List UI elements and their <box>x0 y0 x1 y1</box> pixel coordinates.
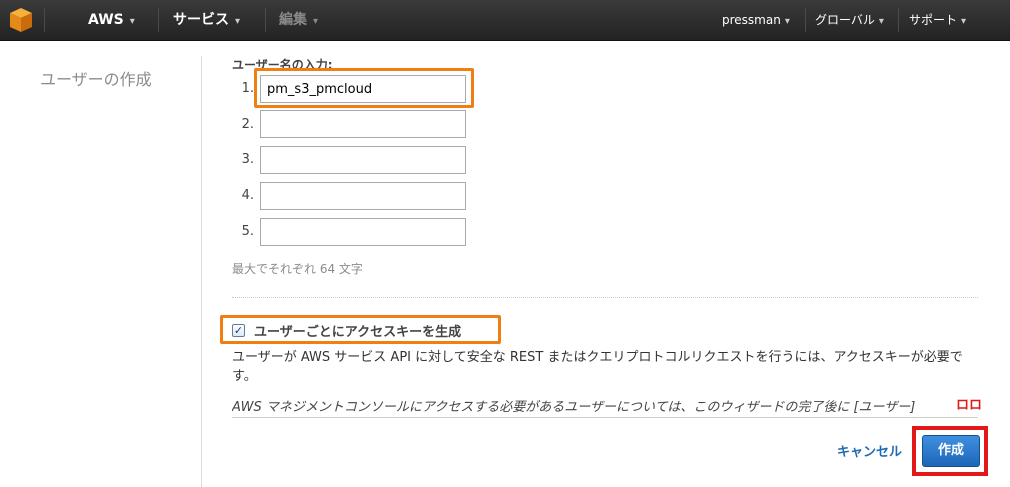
region-menu[interactable]: グローバル ▾ <box>815 0 884 40</box>
orange-highlight-box <box>254 68 474 108</box>
account-menu[interactable]: pressman ▾ <box>722 0 790 40</box>
row-number-4: 4. <box>241 188 254 203</box>
access-key-description: ユーザーが AWS サービス API に対して安全な REST またはクエリプロ… <box>232 350 963 384</box>
row-number-1: 1. <box>241 81 254 96</box>
support-menu[interactable]: サポート ▾ <box>909 0 966 40</box>
column-divider <box>201 56 202 487</box>
chevron-down-icon: ▾ <box>878 16 884 27</box>
chevron-down-icon: ▾ <box>784 16 790 27</box>
edit-menu[interactable]: 編集 ▾ <box>279 0 318 40</box>
max-length-note: 最大でそれぞれ 64 文字 <box>232 262 363 276</box>
chevron-down-icon: ▾ <box>129 16 135 27</box>
username-input-4[interactable] <box>260 182 466 210</box>
aws-cube-logo-icon[interactable] <box>8 6 34 34</box>
nav-separator <box>158 8 159 32</box>
top-nav-bar: AWS ▾ サービス ▾ 編集 ▾ pressman ▾ グローバル ▾ サポート ▾ <box>0 0 1010 41</box>
aws-menu-label: AWS <box>88 12 124 28</box>
red-highlight-box <box>912 426 988 476</box>
chevron-down-icon: ▾ <box>235 16 241 27</box>
nav-separator <box>265 8 266 32</box>
region-label: グローバル <box>815 13 875 27</box>
nav-separator <box>898 8 899 32</box>
section-divider <box>232 297 978 298</box>
edit-menu-label: 編集 <box>279 12 307 28</box>
support-label: サポート <box>909 13 958 27</box>
username-input-2[interactable] <box>260 110 466 138</box>
chevron-down-icon: ▾ <box>961 16 967 27</box>
row-number-5: 5. <box>241 224 254 239</box>
nav-separator <box>44 8 45 32</box>
username-input-3[interactable] <box>260 146 466 174</box>
services-menu[interactable]: サービス ▾ <box>173 0 240 40</box>
console-access-note: AWS マネジメントコンソールにアクセスする必要があるユーザーについては、このウ… <box>232 400 916 415</box>
page-title: ユーザーの作成 <box>40 70 152 89</box>
chevron-down-icon: ▾ <box>313 16 319 27</box>
username-input-5[interactable] <box>260 218 466 246</box>
cancel-link[interactable]: キャンセル <box>837 441 902 460</box>
account-username: pressman <box>722 13 781 27</box>
services-menu-label: サービス <box>173 12 229 28</box>
red-annotation-mark: ロロ <box>956 398 983 413</box>
row-number-2: 2. <box>241 117 254 132</box>
row-number-3: 3. <box>241 152 254 167</box>
note-underline <box>232 417 978 418</box>
orange-highlight-box <box>220 315 501 344</box>
nav-separator <box>805 8 806 32</box>
aws-menu[interactable]: AWS ▾ <box>88 0 135 40</box>
